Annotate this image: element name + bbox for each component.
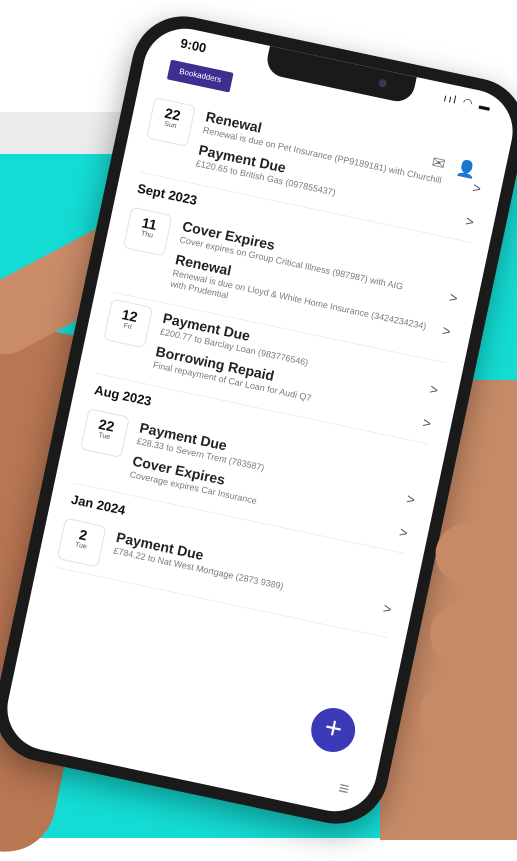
status-icons: ııl ◠ ▬ [442, 92, 494, 115]
chevron-right-icon[interactable]: > [421, 414, 432, 431]
chevron-right-icon[interactable]: > [428, 381, 439, 398]
chevron-right-icon[interactable]: > [464, 213, 475, 230]
chevron-right-icon[interactable]: > [441, 322, 452, 339]
date-badge: 11 Thu [122, 206, 173, 257]
notch [264, 45, 417, 105]
app-logo[interactable]: Bookadders [166, 59, 234, 93]
status-time: 9:00 [179, 35, 208, 56]
hamburger-icon[interactable]: ≡ [337, 778, 351, 801]
date-badge: 12 Fri [103, 298, 154, 349]
chevron-right-icon[interactable]: > [405, 490, 416, 507]
chevron-right-icon[interactable]: > [471, 179, 482, 196]
date-badge: 22 Tue [79, 408, 130, 458]
chevron-right-icon[interactable]: > [398, 524, 409, 541]
chevron-right-icon[interactable]: > [448, 289, 459, 306]
camera-icon [377, 78, 388, 88]
chevron-right-icon[interactable]: > [382, 600, 393, 617]
date-badge: 22 Sun [146, 97, 196, 147]
date-badge: 2 Tue [56, 517, 107, 568]
